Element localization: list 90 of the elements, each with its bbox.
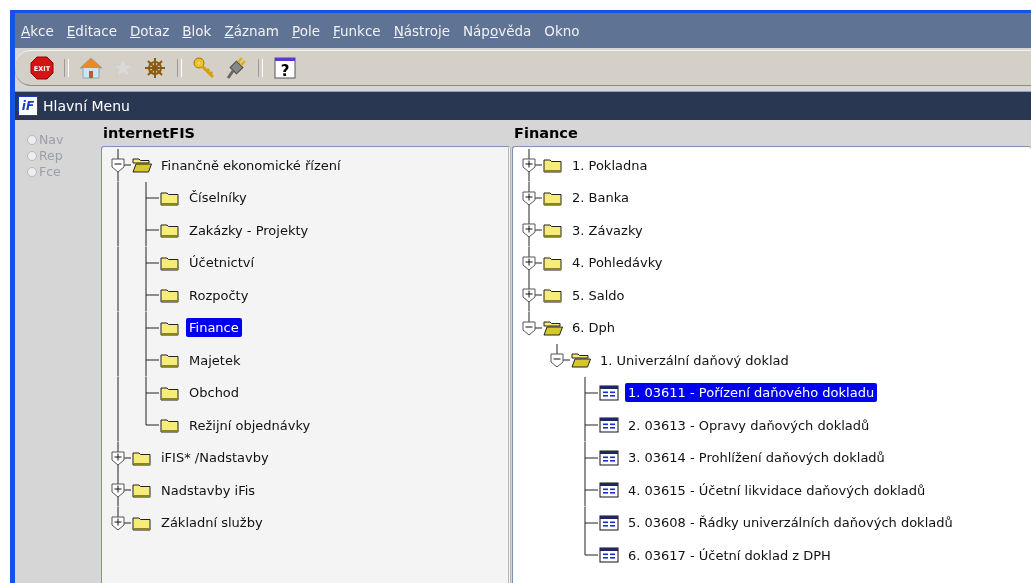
expand-icon[interactable] — [111, 483, 125, 498]
form-icon — [599, 482, 619, 499]
tree-connector — [145, 344, 160, 377]
tree-connector — [145, 279, 160, 312]
folder-icon — [543, 222, 563, 239]
tree-connector — [145, 181, 160, 214]
folder-icon — [543, 157, 563, 174]
menu-item[interactable]: Editace — [66, 22, 117, 39]
collapse-icon[interactable] — [111, 158, 125, 173]
menu-item[interactable]: Blok — [182, 22, 212, 39]
tree-connector — [145, 311, 160, 344]
window-title: Hlavní Menu — [43, 98, 130, 114]
folder-icon — [132, 449, 152, 466]
tree-item[interactable]: Základní služby — [158, 513, 266, 533]
expand-icon[interactable] — [522, 158, 536, 173]
tree-item[interactable]: 6. Dph — [569, 318, 619, 338]
form-icon — [599, 514, 619, 531]
tree-item[interactable]: 2. 03613 - Opravy daňových dokladů — [625, 415, 873, 435]
tree-item[interactable]: 3. 03614 - Prohlížení daňových dokladů — [625, 448, 888, 468]
tree-item[interactable]: 4. Pohledávky — [569, 253, 666, 273]
tree-item[interactable]: Zakázky - Projekty — [186, 220, 312, 240]
folder-icon — [160, 254, 180, 271]
form-icon — [599, 449, 619, 466]
tree-item[interactable]: Majetek — [186, 350, 244, 370]
tree-item[interactable]: 1. Pokladna — [569, 155, 651, 175]
folder-icon — [160, 287, 180, 304]
form-icon — [599, 417, 619, 434]
home-icon[interactable] — [78, 55, 104, 81]
menu-item[interactable]: Nástroje — [393, 22, 450, 39]
tree-item[interactable]: 2. Banka — [569, 188, 632, 208]
tree-item[interactable]: Finance — [186, 318, 242, 338]
expand-icon[interactable] — [522, 288, 536, 303]
menu-item[interactable]: Nápověda — [462, 22, 532, 39]
folder-icon — [160, 189, 180, 206]
panel-title: internetFIS — [102, 124, 196, 143]
folder-icon — [160, 384, 180, 401]
collapse-icon[interactable] — [522, 321, 536, 335]
folder-icon — [160, 319, 180, 336]
tree-item[interactable]: 5. Saldo — [569, 285, 628, 305]
folder-icon — [132, 482, 152, 499]
menu-item[interactable]: Okno — [544, 22, 580, 39]
tree-item[interactable]: Rozpočty — [186, 285, 252, 305]
menu-item[interactable]: Pole — [291, 22, 320, 39]
tree-item[interactable]: Obchod — [186, 383, 243, 403]
expand-icon[interactable] — [111, 516, 125, 530]
tree-connector — [117, 149, 132, 182]
menu-item[interactable]: Záznam — [224, 22, 279, 39]
tree-item[interactable]: 6. 03617 - Účetní doklad z DPH — [625, 545, 834, 565]
folder-icon — [543, 254, 563, 271]
tree-item[interactable]: Číselníky — [186, 188, 250, 208]
expand-icon[interactable] — [522, 191, 536, 205]
open-folder-icon — [543, 319, 563, 336]
menu-item[interactable]: Dotaz — [129, 22, 170, 39]
tree-item[interactable]: Nadstavby iFis — [158, 480, 259, 500]
folder-icon — [543, 287, 563, 304]
tree-item[interactable]: 1. Univerzální daňový doklad — [597, 350, 792, 370]
menu-item[interactable]: Akce — [21, 22, 54, 39]
folder-icon — [543, 189, 563, 206]
form-icon — [599, 384, 619, 401]
tree-connector — [145, 214, 160, 247]
app-logo: iF — [18, 96, 38, 116]
panel-title: Finance — [513, 124, 578, 143]
ship-wheel-icon[interactable] — [142, 55, 168, 81]
tree-item[interactable]: iFIS* /Nadstavby — [158, 448, 272, 468]
tree-connector — [584, 441, 599, 474]
tree-item[interactable]: 3. Závazky — [569, 220, 646, 240]
tree-connector — [145, 246, 160, 279]
help-icon[interactable]: ? — [272, 55, 298, 81]
menu-item[interactable]: Funkce — [332, 22, 381, 39]
expand-icon[interactable] — [522, 256, 536, 270]
folder-icon — [160, 417, 180, 434]
tree-item[interactable]: Režijní objednávky — [186, 415, 314, 435]
tree-connector — [556, 344, 571, 361]
folder-icon — [132, 514, 152, 531]
tree-item[interactable]: 4. 03615 - Účetní likvidace daňových dokladů — [625, 480, 929, 500]
tree-connector — [584, 376, 599, 409]
open-folder-icon — [571, 352, 591, 369]
tree-item[interactable]: 1. 03611 - Pořízení daňového dokladu — [625, 383, 878, 403]
folder-icon — [160, 222, 180, 239]
tree-connector — [584, 474, 599, 507]
tree-item[interactable]: Účetnictví — [186, 253, 258, 273]
folder-icon — [160, 352, 180, 369]
expand-icon[interactable] — [522, 223, 536, 238]
tree-connector — [584, 409, 599, 442]
tree-item[interactable]: Finančně ekonomické řízení — [158, 155, 344, 175]
form-icon — [599, 547, 619, 564]
open-folder-icon — [132, 157, 152, 174]
collapse-icon[interactable] — [550, 353, 564, 368]
expand-icon[interactable] — [111, 451, 125, 465]
tree-item[interactable]: 5. 03608 - Řádky univerzálních daňových dokladů — [625, 513, 956, 533]
